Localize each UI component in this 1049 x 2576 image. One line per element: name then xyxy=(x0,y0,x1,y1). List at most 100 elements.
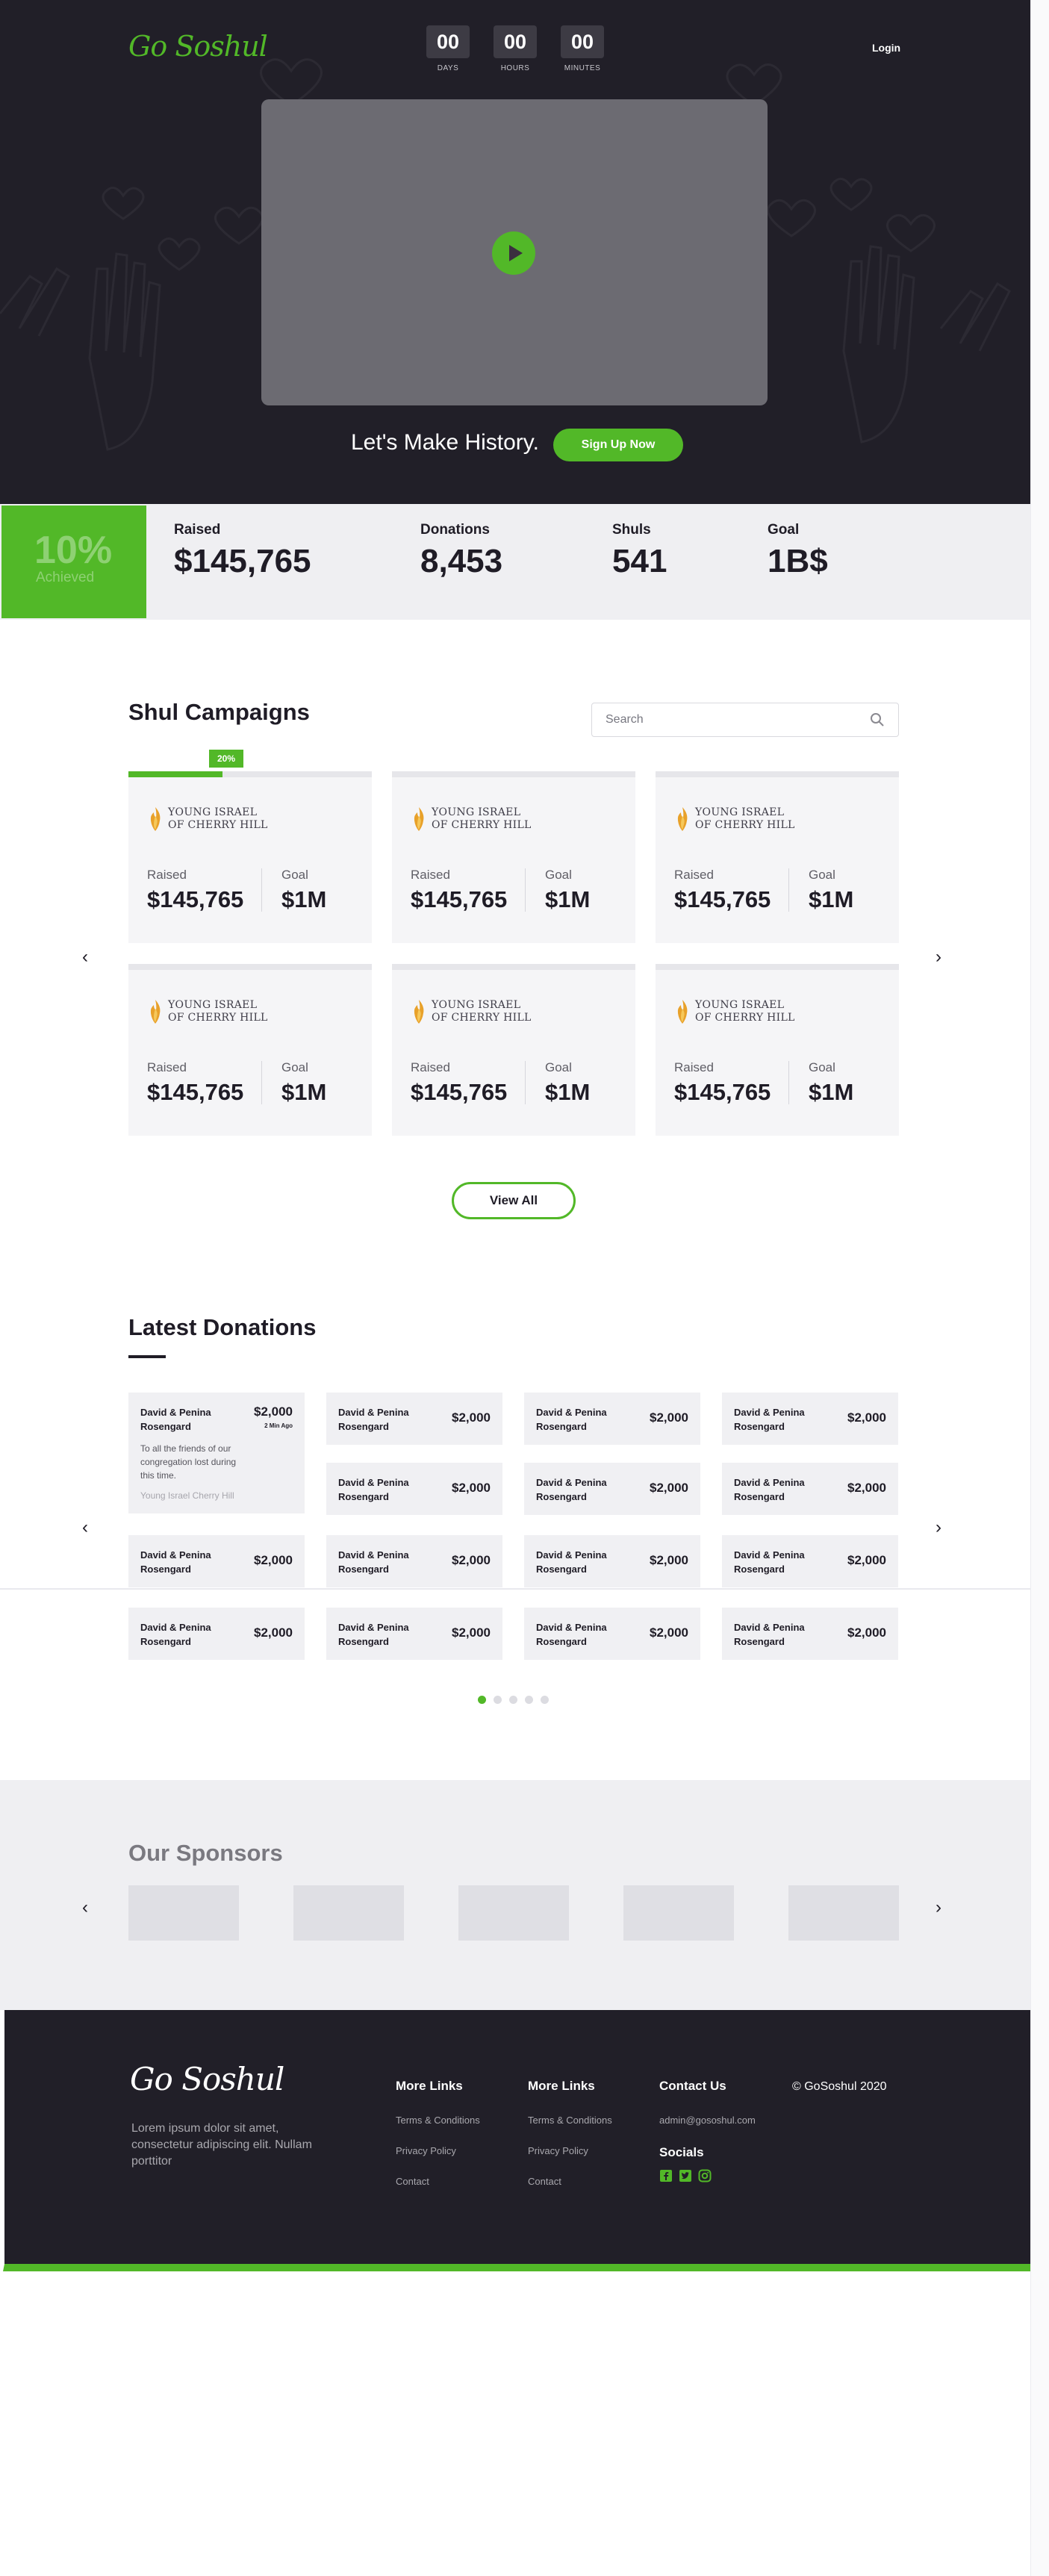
donation-card[interactable]: David & Penina Rosengard $2,000 xyxy=(326,1463,502,1515)
donation-card[interactable]: David & Penina Rosengard $2,000 xyxy=(722,1608,898,1660)
goal-value: $1M xyxy=(281,886,327,912)
countdown-days: 00 DAYS xyxy=(426,25,470,72)
instagram-icon[interactable] xyxy=(698,2169,712,2183)
sign-up-button[interactable]: Sign Up Now xyxy=(553,429,683,461)
pagination-dot[interactable] xyxy=(541,1696,549,1704)
donation-card[interactable]: David & Penina Rosengard $2,000 xyxy=(128,1608,305,1660)
countdown-hours: 00 HOURS xyxy=(493,25,538,72)
terms-link[interactable]: Terms & Conditions xyxy=(396,2115,480,2126)
play-icon xyxy=(508,245,523,261)
stat-value: 8,453 xyxy=(420,543,503,579)
campaigns-next-arrow[interactable]: › xyxy=(936,948,941,966)
shul-logo: YOUNG ISRAEL OF CHERRY HILL xyxy=(147,998,268,1025)
search-icon[interactable] xyxy=(870,712,885,727)
goal-label: Goal xyxy=(809,868,835,882)
footer-contact: Contact Us admin@gososhul.com Socials xyxy=(659,2079,756,2183)
goal-label: Goal xyxy=(281,1060,308,1074)
campaign-search[interactable] xyxy=(591,703,899,737)
facebook-icon[interactable] xyxy=(659,2169,673,2183)
donation-amount: $2,000 xyxy=(254,1625,293,1640)
campaign-progress-bar xyxy=(128,771,222,777)
campaign-card[interactable]: 20% YOUNG ISRAEL OF CHERRY HILL Raised $145,… xyxy=(128,750,372,943)
donation-card[interactable]: David & Penina Rosengard $2,000 xyxy=(524,1608,700,1660)
sponsors-prev-arrow[interactable]: ‹ xyxy=(82,1899,88,1917)
campaign-card[interactable]: YOUNG ISRAEL OF CHERRY HILL Raised $145,765… xyxy=(128,964,372,1136)
contact-link[interactable]: Contact xyxy=(396,2176,480,2187)
terms-link[interactable]: Terms & Conditions xyxy=(528,2115,612,2126)
sponsor-logo[interactable] xyxy=(623,1885,734,1941)
shul-name-line2: OF CHERRY HILL xyxy=(168,1012,268,1024)
sponsor-logo[interactable] xyxy=(293,1885,404,1941)
shul-name-line1: YOUNG ISRAEL xyxy=(168,806,258,818)
twitter-icon[interactable] xyxy=(679,2169,692,2183)
donations-next-arrow[interactable]: › xyxy=(936,1519,941,1537)
shul-name-line2: OF CHERRY HILL xyxy=(432,1012,532,1024)
footer-logo[interactable]: Go Soshul xyxy=(130,2061,284,2097)
donation-card[interactable]: David & Penina Rosengard $2,000 xyxy=(524,1463,700,1515)
video-player[interactable] xyxy=(261,99,768,405)
sponsor-logo[interactable] xyxy=(788,1885,899,1941)
donation-card[interactable]: David & Penina Rosengard $2,000 xyxy=(128,1535,305,1587)
privacy-link[interactable]: Privacy Policy xyxy=(396,2145,480,2156)
shul-name: YOUNG ISRAEL OF CHERRY HILL xyxy=(432,806,532,832)
donation-card[interactable]: David & Penina Rosengard $2,000 xyxy=(722,1463,898,1515)
sponsor-logo[interactable] xyxy=(458,1885,569,1941)
copyright: © GoSoshul 2020 xyxy=(792,2080,887,2093)
search-input[interactable] xyxy=(606,713,870,727)
donation-card[interactable]: David & Penina Rosengard $2,000 xyxy=(326,1608,502,1660)
achieved-label: Achieved xyxy=(36,570,95,585)
countdown-timer: 00 DAYS 00 HOURS 00 MINUTES xyxy=(426,25,605,72)
sponsors-next-arrow[interactable]: › xyxy=(936,1899,941,1917)
donation-card[interactable]: David & Penina Rosengard $2,000 xyxy=(326,1393,502,1445)
pagination-dot[interactable] xyxy=(525,1696,533,1704)
privacy-link[interactable]: Privacy Policy xyxy=(528,2145,612,2156)
donations-prev-arrow[interactable]: ‹ xyxy=(82,1519,88,1537)
campaign-card[interactable]: YOUNG ISRAEL OF CHERRY HILL Raised $145,765… xyxy=(656,964,899,1136)
flame-icon xyxy=(677,1000,688,1024)
pagination-dot[interactable] xyxy=(509,1696,517,1704)
stat-value: 541 xyxy=(612,543,667,579)
login-link[interactable]: Login xyxy=(872,42,900,54)
flame-icon xyxy=(150,807,161,831)
scrollbar-track[interactable] xyxy=(1030,0,1049,2576)
donation-card[interactable]: David & Penina Rosengard $2,000 xyxy=(524,1393,700,1445)
donor-name: David & Penina Rosengard xyxy=(734,1407,805,1432)
campaign-card[interactable]: YOUNG ISRAEL OF CHERRY HILL Raised $145,765… xyxy=(392,964,635,1136)
campaign-card[interactable]: YOUNG ISRAEL OF CHERRY HILL Raised $145,765… xyxy=(392,771,635,943)
sponsors-title: Our Sponsors xyxy=(128,1840,283,1866)
view-all-button[interactable]: View All xyxy=(452,1182,576,1219)
donation-card[interactable]: David & Penina Rosengard $2,000 xyxy=(524,1535,700,1587)
site-logo[interactable]: Go Soshul xyxy=(128,30,268,63)
raised-label: Raised xyxy=(411,868,450,882)
donor-name: David & Penina Rosengard xyxy=(536,1549,607,1575)
donations-pagination xyxy=(478,1696,549,1704)
campaign-card[interactable]: YOUNG ISRAEL OF CHERRY HILL Raised $145,765… xyxy=(656,771,899,943)
donation-amount: $2,000 xyxy=(847,1481,886,1495)
donor-name: David & Penina Rosengard xyxy=(140,1549,211,1575)
footer-description: Lorem ipsum dolor sit amet, consectetur … xyxy=(131,2122,312,2168)
footer-heading: Contact Us xyxy=(659,2079,726,2093)
donor-name: David & Penina Rosengard xyxy=(734,1622,805,1647)
donation-card[interactable]: David & Penina Rosengard $2,000 xyxy=(722,1535,898,1587)
donations-title: Latest Donations xyxy=(128,1314,317,1340)
donor-name: David & Penina Rosengard xyxy=(536,1477,607,1502)
socials-heading: Socials xyxy=(659,2145,704,2159)
pagination-dot[interactable] xyxy=(478,1696,486,1704)
sponsor-logo[interactable] xyxy=(128,1885,239,1941)
flame-icon xyxy=(414,807,424,831)
donations-title-underline xyxy=(128,1355,166,1358)
contact-email[interactable]: admin@gososhul.com xyxy=(659,2115,756,2126)
campaigns-title: Shul Campaigns xyxy=(128,699,310,725)
donation-card[interactable]: David & Penina Rosengard $2,000 xyxy=(326,1535,502,1587)
campaigns-prev-arrow[interactable]: ‹ xyxy=(82,948,88,966)
play-button[interactable] xyxy=(492,231,535,275)
donation-card[interactable]: David & Penina Rosengard $2,000 xyxy=(722,1393,898,1445)
pagination-dot[interactable] xyxy=(494,1696,502,1704)
shul-logo: YOUNG ISRAEL OF CHERRY HILL xyxy=(411,806,532,833)
featured-donation[interactable]: David & Penina Rosengard $2,000 2 Min Ag… xyxy=(128,1393,305,1513)
contact-link[interactable]: Contact xyxy=(528,2176,612,2187)
footer-heading: More Links xyxy=(396,2079,463,2093)
raised-label: Raised xyxy=(674,868,714,882)
shul-name-line1: YOUNG ISRAEL xyxy=(432,806,521,818)
card-divider xyxy=(788,1061,789,1104)
